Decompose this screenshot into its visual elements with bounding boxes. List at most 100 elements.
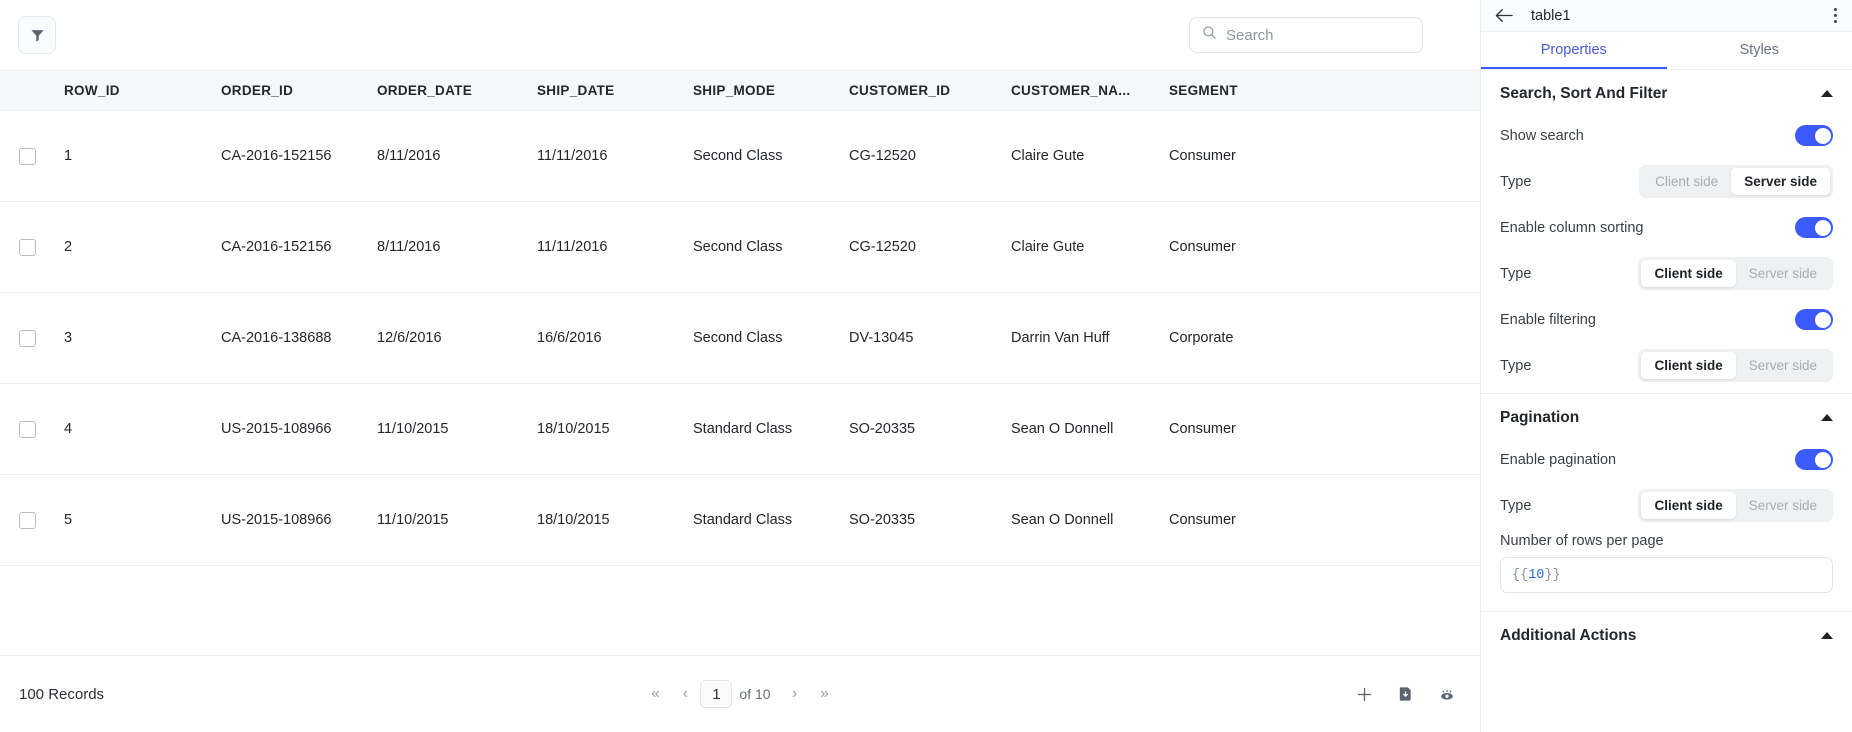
cell-customer-id: CG-12520 <box>849 148 916 164</box>
search-icon <box>1202 25 1217 45</box>
seg-option-client-side[interactable]: Client side <box>1641 352 1736 379</box>
column-header-ship-date[interactable]: SHIP_DATE <box>537 83 693 98</box>
chevron-up-icon[interactable] <box>1821 90 1833 97</box>
code-value: 10 <box>1528 567 1545 583</box>
column-header-order-id[interactable]: ORDER_ID <box>221 83 377 98</box>
column-header-row-id[interactable]: ROW_ID <box>64 83 221 98</box>
code-open-brace: {{ <box>1512 567 1529 583</box>
tab-styles[interactable]: Styles <box>1667 32 1852 69</box>
section-header-additional-actions[interactable]: Additional Actions <box>1500 612 1833 659</box>
column-header-customer-id[interactable]: CUSTOMER_ID <box>849 83 1011 98</box>
section-title: Additional Actions <box>1500 626 1637 644</box>
section-header-search-sort-filter[interactable]: Search, Sort And Filter <box>1500 70 1833 117</box>
row-checkbox[interactable] <box>19 238 36 256</box>
pagination-toggle[interactable] <box>1795 449 1833 470</box>
back-arrow-icon[interactable] <box>1495 8 1513 23</box>
seg-option-client-side[interactable]: Client side <box>1641 260 1736 287</box>
pagination-type-segmented: Client side Server side <box>1638 489 1833 522</box>
seg-option-server-side[interactable]: Server side <box>1736 352 1830 379</box>
cell-order-id: US-2015-108966 <box>221 512 332 528</box>
chevron-up-icon[interactable] <box>1821 414 1833 421</box>
prop-filtering-type: Type Client side Server side <box>1500 347 1833 384</box>
page-number-input[interactable] <box>700 680 733 708</box>
row-checkbox[interactable] <box>19 420 36 438</box>
row-checkbox-cell[interactable] <box>0 329 64 347</box>
prop-show-search: Show search <box>1500 117 1833 154</box>
column-sorting-toggle[interactable] <box>1795 217 1833 238</box>
cell-customer-name: Sean O Donnell <box>1011 421 1114 437</box>
download-icon[interactable] <box>1397 686 1414 703</box>
cell-customer-name: Claire Gute <box>1011 148 1085 164</box>
cell-order-date: 11/10/2015 <box>377 421 449 437</box>
column-header-customer-name[interactable]: CUSTOMER_NA... <box>1011 83 1169 98</box>
chevron-up-icon[interactable] <box>1821 632 1833 639</box>
column-header-ship-mode[interactable]: SHIP_MODE <box>693 83 849 98</box>
table-row[interactable]: 4 US-2015-108966 11/10/2015 18/10/2015 S… <box>0 384 1480 475</box>
prop-enable-filtering: Enable filtering <box>1500 301 1833 338</box>
column-header-segment[interactable]: SEGMENT <box>1169 83 1299 98</box>
prop-label: Show search <box>1500 127 1584 144</box>
prop-label: Enable filtering <box>1500 311 1596 328</box>
table-row[interactable]: 2 CA-2016-152156 8/11/2016 11/11/2016 Se… <box>0 202 1480 293</box>
app-root: ROW_ID ORDER_ID ORDER_DATE SHIP_DATE SHI… <box>0 0 1852 732</box>
row-checkbox[interactable] <box>19 147 36 165</box>
table-search-box[interactable] <box>1189 17 1425 53</box>
seg-option-server-side[interactable]: Server side <box>1736 260 1830 287</box>
row-checkbox-cell[interactable] <box>0 420 64 438</box>
kebab-menu-icon[interactable] <box>1833 7 1838 24</box>
next-page-button[interactable]: › <box>780 679 810 709</box>
cell-ship-mode: Standard Class <box>693 512 793 528</box>
seg-option-server-side[interactable]: Server side <box>1731 168 1830 195</box>
filtering-toggle[interactable] <box>1795 309 1833 330</box>
row-checkbox-cell[interactable] <box>0 511 64 529</box>
row-checkbox[interactable] <box>19 511 36 529</box>
cell-customer-id: SO-20335 <box>849 421 916 437</box>
table-row[interactable]: 1 CA-2016-152156 8/11/2016 11/11/2016 Se… <box>0 111 1480 202</box>
tab-properties[interactable]: Properties <box>1481 32 1667 69</box>
panel-title: table1 <box>1531 7 1571 24</box>
show-search-toggle[interactable] <box>1795 125 1833 146</box>
rows-per-page-input[interactable]: {{10}} <box>1500 557 1833 593</box>
row-checkbox-cell[interactable] <box>0 147 64 165</box>
eye-icon[interactable] <box>1438 686 1456 703</box>
section-title: Search, Sort And Filter <box>1500 84 1668 102</box>
cell-ship-mode: Standard Class <box>693 421 793 437</box>
cell-order-id: CA-2016-152156 <box>221 239 332 255</box>
prev-page-button[interactable]: ‹ <box>670 679 700 709</box>
section-pagination: Pagination Enable pagination Type Client… <box>1481 394 1852 593</box>
seg-option-client-side[interactable]: Client side <box>1641 492 1736 519</box>
cell-segment: Corporate <box>1169 330 1234 346</box>
filter-button[interactable] <box>18 16 56 54</box>
add-icon[interactable] <box>1356 686 1373 703</box>
first-page-button[interactable]: « <box>640 679 670 709</box>
section-header-pagination[interactable]: Pagination <box>1500 394 1833 441</box>
seg-option-server-side[interactable]: Server side <box>1736 492 1830 519</box>
cell-customer-name: Claire Gute <box>1011 239 1085 255</box>
row-checkbox[interactable] <box>19 329 36 347</box>
table-row[interactable]: 3 CA-2016-138688 12/6/2016 16/6/2016 Sec… <box>0 293 1480 384</box>
last-page-button[interactable]: » <box>810 679 840 709</box>
footer-actions <box>1356 686 1456 703</box>
records-count: 100 Records <box>19 685 105 703</box>
table-row[interactable]: 5 US-2015-108966 11/10/2015 18/10/2015 S… <box>0 475 1480 566</box>
seg-option-client-side[interactable]: Client side <box>1642 168 1731 195</box>
prop-search-type: Type Client side Server side <box>1500 163 1833 200</box>
cell-ship-mode: Second Class <box>693 148 783 164</box>
property-panel: table1 Properties Styles Search, Sort An… <box>1481 0 1852 732</box>
panel-body: Search, Sort And Filter Show search Type… <box>1481 70 1852 732</box>
search-input[interactable] <box>1226 26 1425 44</box>
cell-segment: Consumer <box>1169 239 1236 255</box>
cell-order-date: 11/10/2015 <box>377 512 449 528</box>
pagination-controls: « ‹ of 10 › » <box>0 679 1480 709</box>
cell-customer-name: Darrin Van Huff <box>1011 330 1110 346</box>
table-toolbar <box>0 0 1480 70</box>
cell-customer-id: SO-20335 <box>849 512 916 528</box>
cell-order-id: CA-2016-138688 <box>221 330 332 346</box>
cell-row-id: 1 <box>64 148 73 164</box>
cell-order-date: 8/11/2016 <box>377 239 441 255</box>
row-checkbox-cell[interactable] <box>0 238 64 256</box>
prop-label: Type <box>1500 173 1532 190</box>
sorting-type-segmented: Client side Server side <box>1638 257 1833 290</box>
column-header-order-date[interactable]: ORDER_DATE <box>377 83 537 98</box>
toggle-knob <box>1814 127 1831 144</box>
